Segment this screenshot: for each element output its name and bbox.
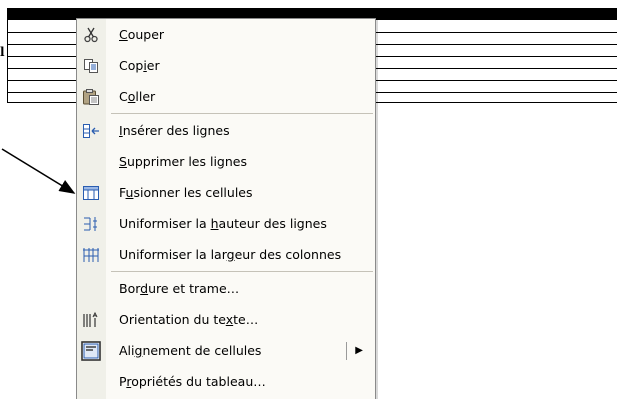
context-menu: Couper Copier Coller Insérer des lignes … [76, 18, 376, 399]
menu-item-label: Insérer des lignes [119, 123, 230, 138]
menu-item-label: Uniformiser la largeur des colonnes [119, 247, 342, 262]
menu-item-fusionner-cellules[interactable]: Fusionner les cellules [77, 177, 375, 208]
menu-item-uniformiser-largeur[interactable]: Uniformiser la largeur des colonnes [77, 239, 375, 270]
menu-item-label: Orientation du texte… [119, 312, 259, 327]
menu-item-inserer-lignes[interactable]: Insérer des lignes [77, 115, 375, 146]
menu-item-label: Couper [119, 27, 165, 42]
menu-item-label: Supprimer les lignes [119, 154, 247, 169]
menu-item-label: Propriétés du tableau… [119, 374, 266, 389]
paste-icon [81, 87, 101, 107]
merge-cells-icon [81, 183, 101, 203]
text-direction-icon [81, 310, 101, 330]
menu-item-label: Fusionner les cellules [119, 185, 253, 200]
copy-icon [81, 56, 101, 76]
menu-item-proprietes-tableau[interactable]: Propriétés du tableau… [77, 366, 375, 397]
menu-item-bordure-trame[interactable]: Bordure et trame… [77, 273, 375, 304]
distribute-columns-icon [81, 245, 101, 265]
menu-item-couper[interactable]: Couper [77, 19, 375, 50]
menu-item-label: Bordure et trame… [119, 281, 240, 296]
menu-item-label: Alignement de cellules [119, 343, 262, 358]
submenu-divider [346, 342, 347, 360]
menu-item-copier[interactable]: Copier [77, 50, 375, 81]
menu-item-coller[interactable]: Coller [77, 81, 375, 112]
submenu-arrow-icon[interactable]: ▶ [355, 335, 363, 366]
menu-item-uniformiser-hauteur[interactable]: Uniformiser la hauteur des lignes [77, 208, 375, 239]
menu-item-orientation-texte[interactable]: Orientation du texte… [77, 304, 375, 335]
distribute-rows-icon [81, 214, 101, 234]
menu-item-label: Uniformiser la hauteur des lignes [119, 216, 327, 231]
menu-item-label: Coller [119, 89, 156, 104]
menu-separator [111, 271, 373, 272]
menu-separator [111, 113, 373, 114]
cell-alignment-icon [81, 341, 101, 361]
scissors-icon [81, 25, 101, 45]
insert-rows-icon [81, 121, 101, 141]
menu-item-alignement-cellules[interactable]: Alignement de cellules ▶ [77, 335, 375, 366]
menu-item-supprimer-lignes[interactable]: Supprimer les lignes [77, 146, 375, 177]
menu-item-label: Copier [119, 58, 160, 73]
